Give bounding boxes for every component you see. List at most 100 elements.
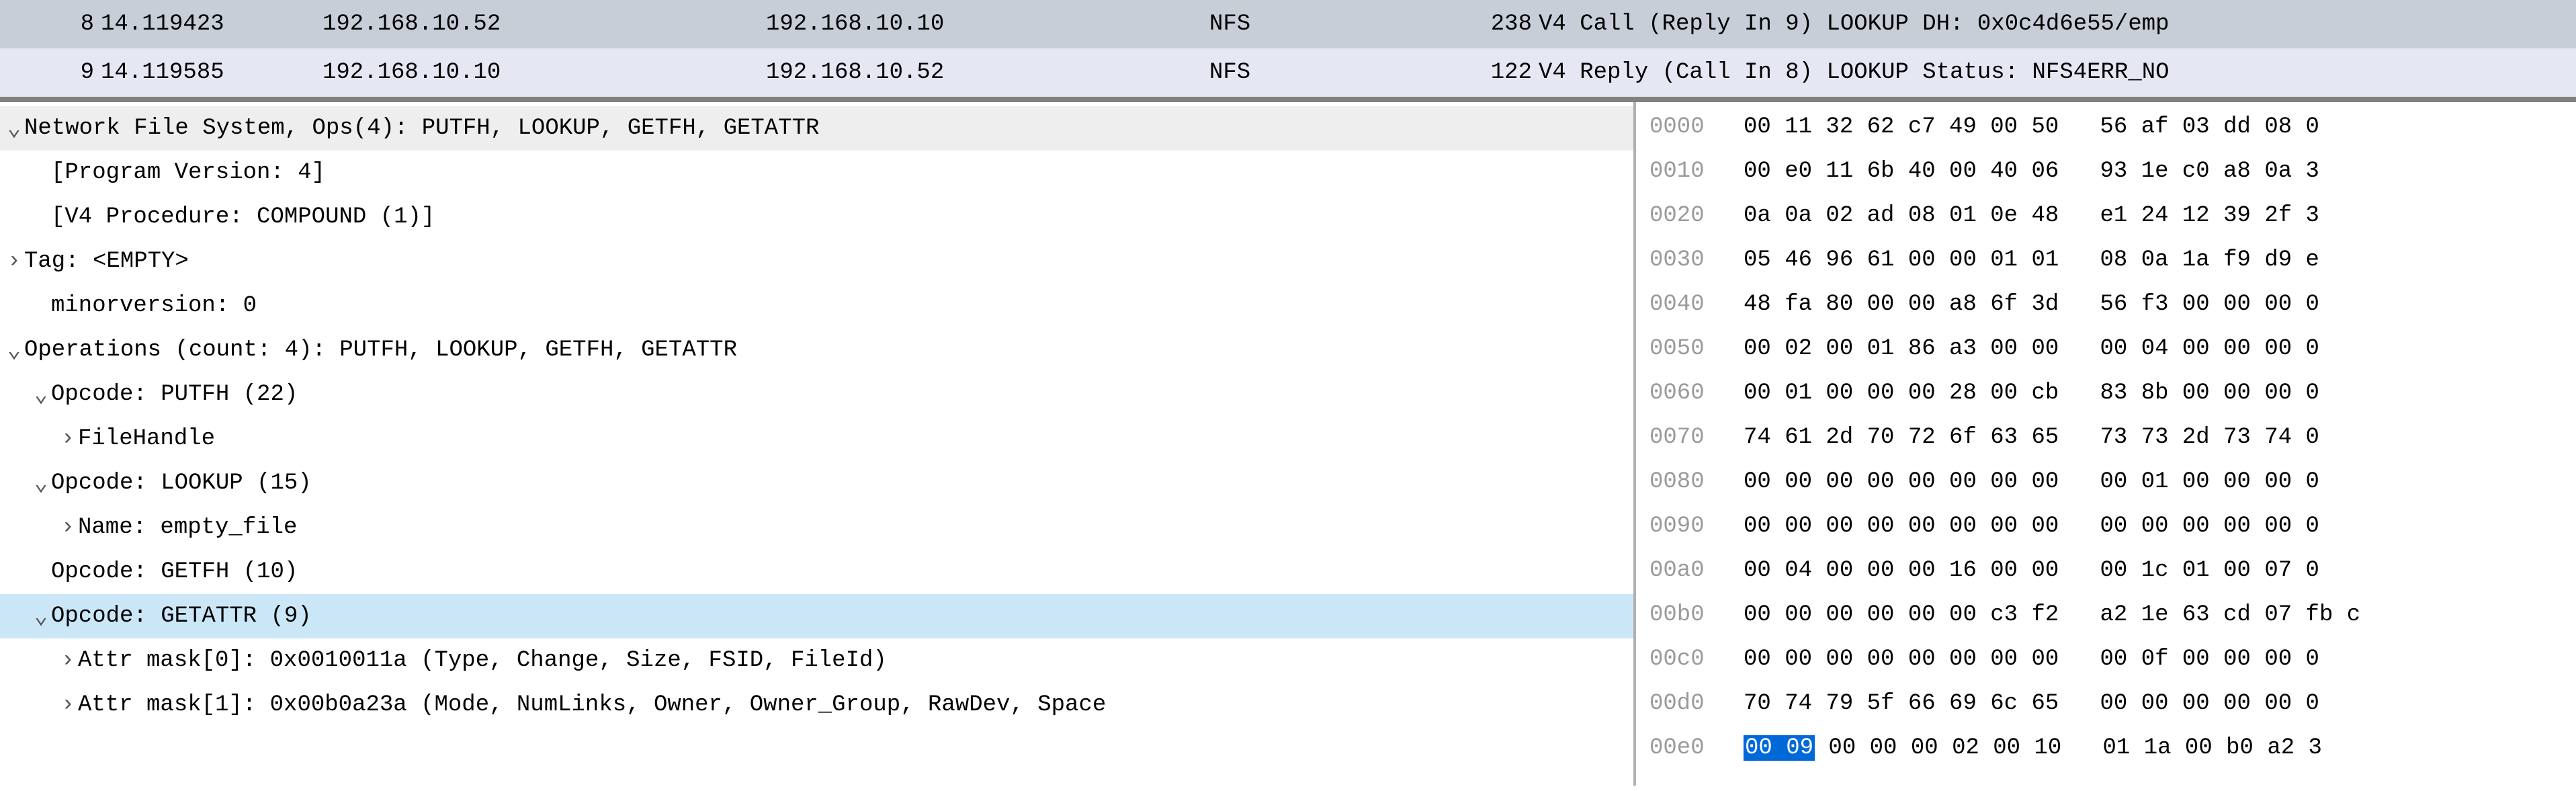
tree-text: [Program Version: 4]: [51, 160, 325, 185]
caret-expanded-icon[interactable]: ⌄: [31, 469, 51, 497]
col-src: 192.168.10.10: [323, 60, 766, 85]
packet-row[interactable]: 914.119585192.168.10.10192.168.10.52NFS1…: [0, 48, 2576, 97]
hex-bytes: 00 00 00 00 00 00 00 00 00 01 00 00 00 0: [1744, 469, 2319, 495]
hex-row[interactable]: 006000 01 00 00 00 28 00 cb 83 8b 00 00 …: [1649, 371, 2576, 415]
tree-text: [V4 Procedure: COMPOUND (1)]: [51, 204, 435, 230]
tree-text: Name: empty_file: [78, 515, 297, 540]
tree-line[interactable]: Opcode: GETFH (10): [0, 550, 1633, 594]
hex-row[interactable]: 00c000 00 00 00 00 00 00 00 00 0f 00 00 …: [1649, 637, 2576, 681]
tree-text: Opcode: PUTFH (22): [51, 382, 298, 407]
tree-text: Opcode: GETFH (10): [51, 559, 298, 585]
tree-line[interactable]: ›Attr mask[0]: 0x0010011a (Type, Change,…: [0, 638, 1633, 683]
hex-bytes: 00 04 00 00 00 16 00 00 00 1c 01 00 07 0: [1744, 558, 2319, 583]
col-info: V4 Call (Reply In 9) LOOKUP DH: 0x0c4d6e…: [1539, 11, 2576, 37]
hex-row[interactable]: 004048 fa 80 00 00 a8 6f 3d 56 f3 00 00 …: [1649, 282, 2576, 327]
tree-line[interactable]: [Program Version: 4]: [0, 151, 1633, 195]
caret-expanded-icon[interactable]: ⌄: [4, 114, 24, 142]
tree-text: Network File System, Ops(4): PUTFH, LOOK…: [24, 116, 819, 141]
hex-row[interactable]: 001000 e0 11 6b 40 00 40 06 93 1e c0 a8 …: [1649, 149, 2576, 194]
hex-row[interactable]: 005000 02 00 01 86 a3 00 00 00 04 00 00 …: [1649, 327, 2576, 371]
col-proto: NFS: [1209, 60, 1438, 85]
col-proto: NFS: [1209, 11, 1438, 37]
col-time: 14.119423: [101, 11, 323, 37]
col-time: 14.119585: [101, 60, 323, 85]
caret-collapsed-icon[interactable]: ›: [58, 692, 78, 718]
packet-list[interactable]: 814.119423192.168.10.52192.168.10.10NFS2…: [0, 0, 2576, 102]
hex-row[interactable]: 008000 00 00 00 00 00 00 00 00 01 00 00 …: [1649, 460, 2576, 504]
hex-row[interactable]: 00b000 00 00 00 00 00 c3 f2 a2 1e 63 cd …: [1649, 593, 2576, 637]
packet-details-pane[interactable]: ⌄Network File System, Ops(4): PUTFH, LOO…: [0, 102, 1636, 786]
hex-bytes: 00 e0 11 6b 40 00 40 06 93 1e c0 a8 0a 3: [1744, 159, 2319, 184]
caret-collapsed-icon[interactable]: ›: [58, 648, 78, 673]
hex-bytes: 00 01 00 00 00 28 00 cb 83 8b 00 00 00 0: [1744, 380, 2319, 406]
col-dst: 192.168.10.52: [766, 60, 1209, 85]
tree-text: Opcode: LOOKUP (15): [51, 470, 312, 496]
hex-offset: 00d0: [1649, 691, 1744, 716]
caret-expanded-icon[interactable]: ⌄: [31, 602, 51, 630]
tree-line[interactable]: ›Name: empty_file: [0, 505, 1633, 550]
hex-offset: 0020: [1649, 203, 1744, 228]
hex-offset: 0000: [1649, 114, 1744, 140]
hex-offset: 0030: [1649, 247, 1744, 273]
col-len: 122: [1438, 60, 1539, 85]
hex-bytes: 00 02 00 01 86 a3 00 00 00 04 00 00 00 0: [1744, 336, 2319, 362]
hex-offset: 0050: [1649, 336, 1744, 362]
col-no: 8: [27, 11, 101, 37]
caret-expanded-icon[interactable]: ⌄: [31, 380, 51, 409]
tree-line[interactable]: ⌄Opcode: LOOKUP (15): [0, 461, 1633, 505]
tree-text: Attr mask[0]: 0x0010011a (Type, Change, …: [78, 648, 887, 673]
hex-bytes: 48 fa 80 00 00 a8 6f 3d 56 f3 00 00 00 0: [1744, 292, 2319, 317]
tree-line[interactable]: [V4 Procedure: COMPOUND (1)]: [0, 195, 1633, 239]
hex-bytes: 00 00 00 00 00 00 00 00 00 0f 00 00 00 0: [1744, 647, 2319, 672]
col-info: V4 Reply (Call In 8) LOOKUP Status: NFS4…: [1539, 60, 2576, 85]
tree-text: FileHandle: [78, 426, 215, 452]
tree-line[interactable]: ⌄Opcode: PUTFH (22): [0, 372, 1633, 417]
hex-row[interactable]: 007074 61 2d 70 72 6f 63 65 73 73 2d 73 …: [1649, 415, 2576, 460]
hex-offset: 00a0: [1649, 558, 1744, 583]
hex-row[interactable]: 003005 46 96 61 00 00 01 01 08 0a 1a f9 …: [1649, 238, 2576, 282]
hex-bytes: 0a 0a 02 ad 08 01 0e 48 e1 24 12 39 2f 3: [1744, 203, 2319, 228]
tree-line[interactable]: ⌄Opcode: GETATTR (9): [0, 594, 1633, 638]
caret-collapsed-icon[interactable]: ›: [58, 515, 78, 540]
tree-text: minorversion: 0: [51, 293, 257, 319]
tree-line[interactable]: ›FileHandle: [0, 417, 1633, 461]
hex-bytes: 70 74 79 5f 66 69 6c 65 00 00 00 00 00 0: [1744, 691, 2319, 716]
tree-line[interactable]: ⌄Operations (count: 4): PUTFH, LOOKUP, G…: [0, 328, 1633, 372]
tree-line[interactable]: ›Attr mask[1]: 0x00b0a23a (Mode, NumLink…: [0, 683, 1633, 727]
hex-row[interactable]: 009000 00 00 00 00 00 00 00 00 00 00 00 …: [1649, 504, 2576, 548]
caret-expanded-icon[interactable]: ⌄: [4, 336, 24, 364]
hex-bytes: 00 09 00 00 00 02 00 10 01 1a 00 b0 a2 3: [1744, 735, 2322, 761]
hex-row[interactable]: 000000 11 32 62 c7 49 00 50 56 af 03 dd …: [1649, 105, 2576, 149]
packet-row[interactable]: 814.119423192.168.10.52192.168.10.10NFS2…: [0, 0, 2576, 48]
hex-bytes: 05 46 96 61 00 00 01 01 08 0a 1a f9 d9 e: [1744, 247, 2319, 273]
hex-offset: 00e0: [1649, 735, 1744, 761]
hex-offset: 0010: [1649, 159, 1744, 184]
hex-row[interactable]: 00e000 09 00 00 00 02 00 10 01 1a 00 b0 …: [1649, 726, 2576, 770]
tree-text: Tag: <EMPTY>: [24, 249, 189, 274]
hex-offset: 0090: [1649, 513, 1744, 539]
hex-offset: 0070: [1649, 425, 1744, 450]
col-src: 192.168.10.52: [323, 11, 766, 37]
caret-collapsed-icon[interactable]: ›: [58, 426, 78, 452]
tree-line[interactable]: ⌄Network File System, Ops(4): PUTFH, LOO…: [0, 106, 1633, 151]
col-len: 238: [1438, 11, 1539, 37]
hex-selected-bytes: 00 09: [1744, 735, 1815, 761]
tree-text: Attr mask[1]: 0x00b0a23a (Mode, NumLinks…: [78, 692, 1106, 718]
hex-offset: 0060: [1649, 380, 1744, 406]
hex-row[interactable]: 00200a 0a 02 ad 08 01 0e 48 e1 24 12 39 …: [1649, 194, 2576, 238]
packet-bytes-pane[interactable]: 000000 11 32 62 c7 49 00 50 56 af 03 dd …: [1636, 102, 2576, 786]
caret-collapsed-icon[interactable]: ›: [4, 249, 24, 274]
lower-panes: ⌄Network File System, Ops(4): PUTFH, LOO…: [0, 102, 2576, 786]
hex-row[interactable]: 00a000 04 00 00 00 16 00 00 00 1c 01 00 …: [1649, 548, 2576, 593]
tree-text: Operations (count: 4): PUTFH, LOOKUP, GE…: [24, 337, 737, 363]
hex-row[interactable]: 00d070 74 79 5f 66 69 6c 65 00 00 00 00 …: [1649, 681, 2576, 726]
hex-bytes: 74 61 2d 70 72 6f 63 65 73 73 2d 73 74 0: [1744, 425, 2319, 450]
col-no: 9: [27, 60, 101, 85]
hex-offset: 0080: [1649, 469, 1744, 495]
hex-bytes: 00 00 00 00 00 00 00 00 00 00 00 00 00 0: [1744, 513, 2319, 539]
tree-text: Opcode: GETATTR (9): [51, 603, 312, 629]
tree-line[interactable]: minorversion: 0: [0, 284, 1633, 328]
tree-line[interactable]: ›Tag: <EMPTY>: [0, 239, 1633, 284]
col-dst: 192.168.10.10: [766, 11, 1209, 37]
hex-bytes: 00 00 00 00 00 00 c3 f2 a2 1e 63 cd 07 f…: [1744, 602, 2360, 628]
